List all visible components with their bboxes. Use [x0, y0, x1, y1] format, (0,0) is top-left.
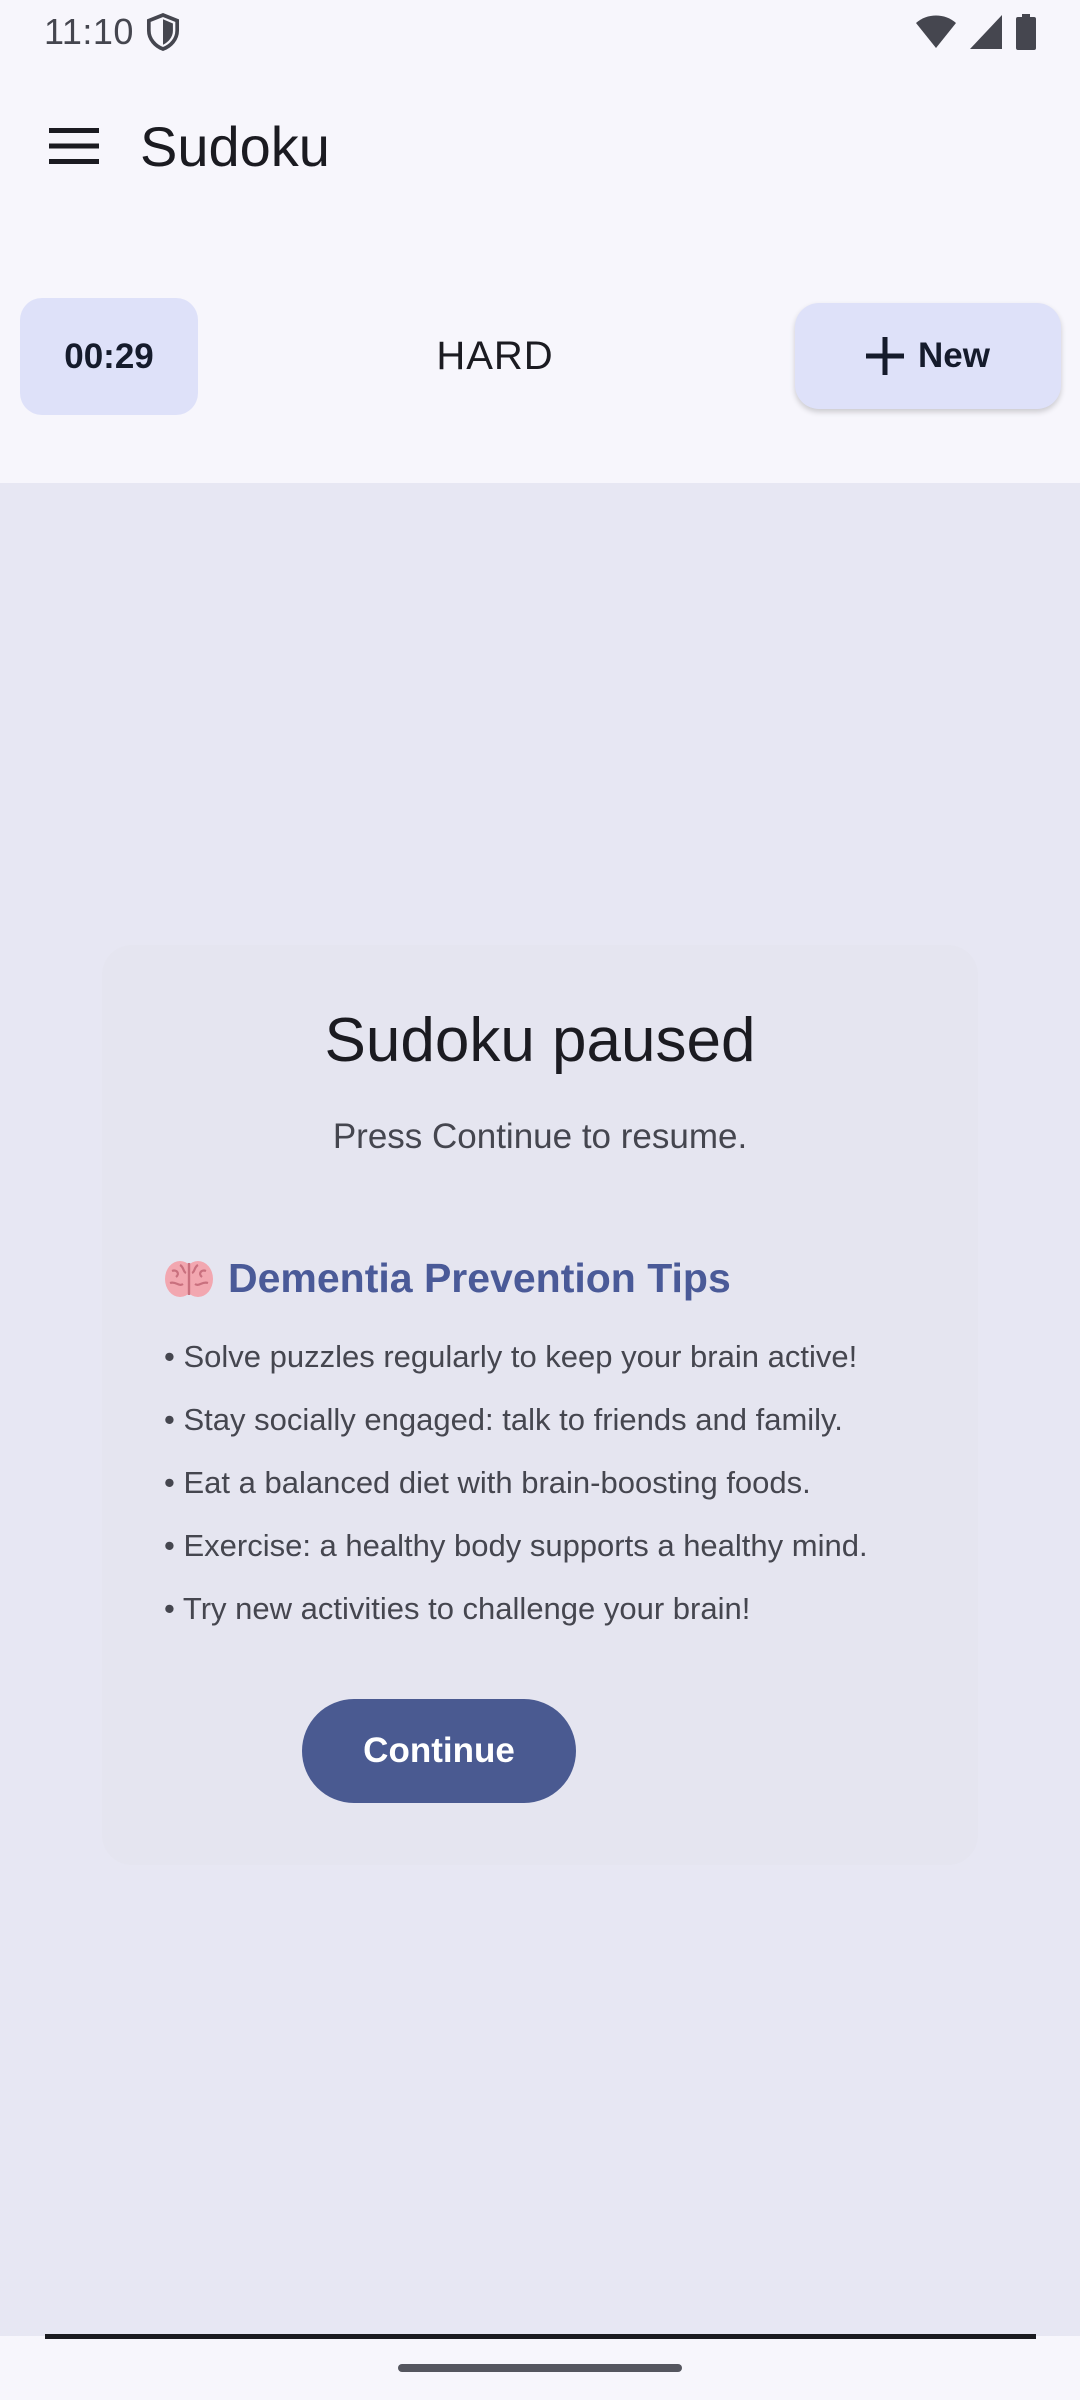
app-bar: Sudoku	[0, 90, 1080, 202]
brain-icon	[165, 1260, 213, 1297]
pause-subtitle: Press Continue to resume.	[332, 1117, 748, 1156]
wifi-icon	[916, 15, 956, 48]
gesture-handle[interactable]	[398, 2364, 682, 2372]
pause-title: Sudoku paused	[324, 1006, 756, 1075]
new-game-label: New	[918, 336, 990, 375]
timer-chip[interactable]: 00:29	[20, 298, 198, 415]
tips-heading: Dementia Prevention Tips	[164, 1255, 731, 1302]
game-content: Sudoku paused Press Continue to resume. …	[0, 483, 1080, 2336]
tip-item: • Stay socially engaged: talk to friends…	[164, 1402, 843, 1437]
tips-heading-text: Dementia Prevention Tips	[228, 1255, 731, 1301]
app-title: Sudoku	[140, 114, 330, 178]
cellular-signal-icon	[970, 15, 1002, 49]
tip-item: • Solve puzzles regularly to keep your b…	[164, 1339, 858, 1374]
game-header: 00:29 HARD New	[0, 298, 1080, 418]
plus-icon	[866, 337, 905, 375]
status-icons	[916, 14, 1036, 50]
bottom-divider	[45, 2334, 1036, 2339]
tips-list: • Solve puzzles regularly to keep your b…	[164, 1337, 868, 1652]
new-game-button[interactable]: New	[795, 303, 1061, 409]
battery-icon	[1016, 14, 1036, 50]
menu-icon	[49, 128, 99, 164]
difficulty-label: HARD	[436, 334, 554, 378]
status-bar: 11:10	[0, 0, 1080, 64]
status-time: 11:10	[44, 11, 134, 52]
sudoku-screen: 11:10 Sudoku 00:29 HARD New Sudoku pause…	[0, 0, 1080, 2400]
timer-value: 00:29	[64, 336, 154, 376]
continue-label: Continue	[363, 1731, 515, 1770]
continue-button[interactable]: Continue	[302, 1699, 576, 1803]
tip-item: • Exercise: a healthy body supports a he…	[164, 1528, 868, 1563]
tip-item: • Eat a balanced diet with brain-boostin…	[164, 1465, 811, 1500]
shield-icon	[146, 13, 179, 51]
menu-button[interactable]	[18, 90, 130, 202]
tip-item: • Try new activities to challenge your b…	[164, 1591, 751, 1626]
